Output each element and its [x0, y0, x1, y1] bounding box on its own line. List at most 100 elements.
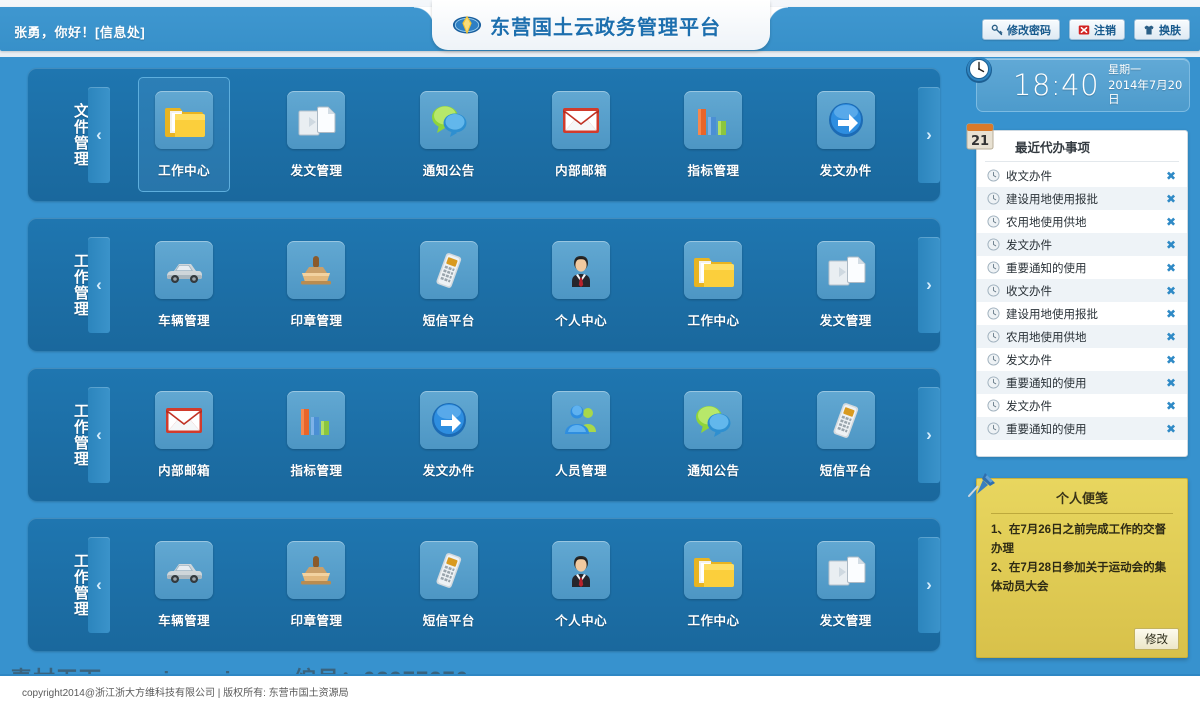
todo-list-item[interactable]: 建设用地使用报批 ✖: [977, 187, 1187, 210]
module-tile-folder[interactable]: 工作中心: [667, 527, 759, 642]
logout-button[interactable]: 注销: [1069, 19, 1125, 40]
module-tile-label: 印章管理: [290, 313, 343, 328]
module-group-row: 工作管理 ‹ 车辆管理 印章管理 短信平台 个人中心 工作中心 发文管理 ›: [28, 518, 940, 651]
alarm-clock-icon: [966, 57, 992, 83]
module-tile-label: 人员管理: [555, 463, 608, 478]
module-tile-documents[interactable]: 发文管理: [800, 527, 892, 642]
module-tile-car[interactable]: 车辆管理: [138, 227, 230, 342]
clock-icon: [987, 261, 1000, 274]
close-x-icon[interactable]: ✖: [1166, 285, 1179, 297]
chevron-left-icon[interactable]: ‹: [88, 386, 110, 483]
module-tile-label: 工作中心: [158, 163, 211, 178]
clock-icon: [987, 399, 1000, 412]
todo-list-item[interactable]: 发文办件 ✖: [977, 348, 1187, 371]
notes-edit-button[interactable]: 修改: [1134, 628, 1179, 650]
module-tile-mobile-phone[interactable]: 短信平台: [403, 527, 495, 642]
change-skin-button[interactable]: 换肤: [1134, 19, 1190, 40]
stamp-icon: [287, 540, 346, 599]
clock-icon: [987, 330, 1000, 343]
key-icon: [991, 24, 1003, 35]
todo-list-item[interactable]: 建设用地使用报批 ✖: [977, 302, 1187, 325]
module-tile-user-suit[interactable]: 个人中心: [535, 527, 627, 642]
todo-list-item[interactable]: 重要通知的使用 ✖: [977, 256, 1187, 279]
todo-list-item[interactable]: 收文办件 ✖: [977, 279, 1187, 302]
close-x-icon[interactable]: ✖: [1166, 239, 1179, 251]
speech-bubbles-icon: [684, 390, 743, 449]
module-tile-documents[interactable]: 发文管理: [800, 227, 892, 342]
module-tile-bar-chart[interactable]: 指标管理: [667, 77, 759, 192]
chevron-right-icon[interactable]: ›: [918, 86, 940, 183]
change-password-button[interactable]: 修改密码: [982, 19, 1060, 40]
user-suit-icon: [552, 540, 611, 599]
todo-list: 收文办件 ✖ 建设用地使用报批 ✖ 农用地使用供地 ✖ 发文办件 ✖ 重要通知的使用 ✖ …: [977, 162, 1187, 440]
module-tile-users[interactable]: 人员管理: [535, 377, 627, 492]
todo-list-item[interactable]: 农用地使用供地 ✖: [977, 210, 1187, 233]
module-tile-user-suit[interactable]: 个人中心: [535, 227, 627, 342]
module-tile-mail[interactable]: 内部邮箱: [138, 377, 230, 492]
todo-list-item[interactable]: 重要通知的使用 ✖: [977, 371, 1187, 394]
tile-strip: 车辆管理 印章管理 短信平台 个人中心 工作中心 发文管理: [114, 525, 916, 645]
close-x-icon[interactable]: ✖: [1166, 354, 1179, 366]
todo-list-item[interactable]: 发文办件 ✖: [977, 233, 1187, 256]
notes-body: 1、在7月26日之前完成工作的交督办理 2、在7月28日参加关于运动会的集体动员大…: [977, 514, 1187, 597]
module-tile-mail[interactable]: 内部邮箱: [535, 77, 627, 192]
group-label: 工作管理: [72, 552, 89, 617]
module-tile-folder[interactable]: 工作中心: [667, 227, 759, 342]
close-x-icon[interactable]: ✖: [1166, 216, 1179, 228]
module-tile-documents[interactable]: 发文管理: [270, 77, 362, 192]
blue-arrow-icon: [419, 390, 478, 449]
module-tile-speech-bubbles[interactable]: 通知公告: [667, 377, 759, 492]
chevron-right-icon[interactable]: ›: [918, 236, 940, 333]
module-tile-label: 指标管理: [687, 163, 740, 178]
module-tile-label: 发文办件: [422, 463, 475, 478]
close-x-icon[interactable]: ✖: [1166, 262, 1179, 274]
module-tile-label: 个人中心: [555, 613, 608, 628]
module-tile-blue-arrow[interactable]: 发文办件: [403, 377, 495, 492]
module-tile-car[interactable]: 车辆管理: [138, 527, 230, 642]
car-icon: [155, 240, 214, 299]
header-button-group: 修改密码 注销 换肤: [982, 19, 1190, 40]
close-x-icon[interactable]: ✖: [1166, 423, 1179, 435]
chevron-right-icon[interactable]: ›: [918, 386, 940, 483]
close-x-icon[interactable]: ✖: [1166, 400, 1179, 412]
todo-list-item[interactable]: 重要通知的使用 ✖: [977, 417, 1187, 440]
todo-item-text: 农用地使用供地: [1006, 331, 1087, 344]
module-tile-label: 个人中心: [555, 313, 608, 328]
todo-item-text: 建设用地使用报批: [1006, 193, 1098, 206]
documents-icon: [816, 540, 875, 599]
close-x-icon[interactable]: ✖: [1166, 193, 1179, 205]
close-x-icon[interactable]: ✖: [1166, 308, 1179, 320]
chevron-right-icon[interactable]: ›: [918, 536, 940, 633]
clock-icon: [987, 192, 1000, 205]
shirt-icon: [1144, 25, 1154, 34]
module-tile-speech-bubbles[interactable]: 通知公告: [403, 77, 495, 192]
close-x-icon[interactable]: ✖: [1166, 331, 1179, 343]
footer-copyright: copyright2014@浙江浙大方维科技有限公司 | 版权所有: 东营市国土…: [22, 688, 349, 699]
module-tile-stamp[interactable]: 印章管理: [270, 527, 362, 642]
clock-icon: [987, 376, 1000, 389]
close-x-icon[interactable]: ✖: [1166, 377, 1179, 389]
clock-date-group: 星期一 2014年7月20日: [1108, 64, 1189, 107]
chevron-left-icon[interactable]: ‹: [88, 536, 110, 633]
module-tile-stamp[interactable]: 印章管理: [270, 227, 362, 342]
group-label: 工作管理: [72, 252, 89, 317]
module-tile-mobile-phone[interactable]: 短信平台: [403, 227, 495, 342]
chevron-left-icon[interactable]: ‹: [88, 86, 110, 183]
close-x-icon[interactable]: ✖: [1166, 170, 1179, 182]
module-tile-bar-chart[interactable]: 指标管理: [270, 377, 362, 492]
documents-icon: [816, 240, 875, 299]
logout-label: 注销: [1094, 24, 1116, 37]
module-tile-label: 通知公告: [422, 163, 475, 178]
todo-panel-title: 最近代办事项: [985, 134, 1179, 162]
todo-list-item[interactable]: 农用地使用供地 ✖: [977, 325, 1187, 348]
app-title: 东营国土云政务管理平台: [490, 16, 721, 39]
todo-list-item[interactable]: 收文办件 ✖: [977, 164, 1187, 187]
app-title-group: 东营国土云政务管理平台: [452, 9, 752, 41]
module-tile-label: 通知公告: [687, 463, 740, 478]
module-tile-mobile-phone[interactable]: 短信平台: [800, 377, 892, 492]
chevron-left-icon[interactable]: ‹: [88, 236, 110, 333]
module-tile-folder[interactable]: 工作中心: [138, 77, 231, 192]
todo-list-item[interactable]: 发文办件 ✖: [977, 394, 1187, 417]
module-tile-blue-arrow[interactable]: 发文办件: [800, 77, 892, 192]
mobile-phone-icon: [816, 390, 875, 449]
